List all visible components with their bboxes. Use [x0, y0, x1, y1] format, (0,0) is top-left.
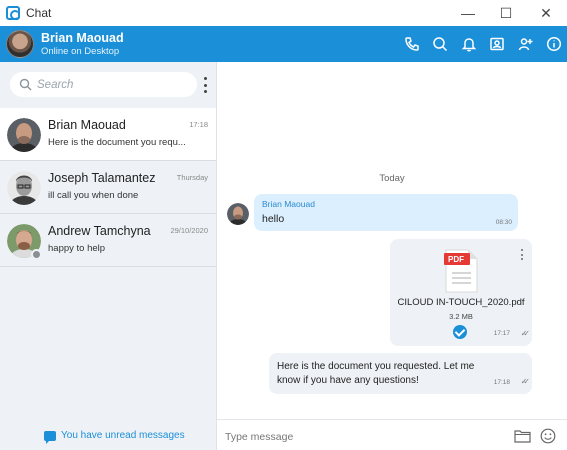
conversation-name: Joseph Talamantez	[48, 171, 156, 185]
conversation-time: 17:18	[189, 120, 208, 129]
conversation-item[interactable]: Joseph Talamantez Thursday ill call you …	[0, 161, 216, 214]
more-options-icon[interactable]	[521, 249, 524, 260]
file-attachment-message[interactable]: PDF CILOUD IN-TOUCH_2020.pdf 3.2 MB 17:1…	[390, 239, 532, 346]
read-receipt-icon: ✓✓	[520, 377, 531, 386]
pdf-file-icon: PDF	[444, 249, 478, 293]
avatar	[7, 118, 41, 152]
conversation-preview: happy to help	[48, 243, 106, 254]
title-bar: Chat — ☐ ✕	[0, 0, 567, 26]
conversation-item[interactable]: Brian Maouad 17:18 Here is the document …	[0, 108, 216, 161]
maximize-button[interactable]: ☐	[486, 0, 526, 26]
contact-avatar[interactable]	[6, 30, 34, 58]
avatar	[227, 203, 249, 225]
chat-bubble-icon	[44, 430, 56, 444]
file-name[interactable]: CILOUD IN-TOUCH_2020.pdf	[390, 297, 532, 308]
conversation-preview: Here is the document you requ...	[48, 137, 186, 148]
contact-status: Online on Desktop	[41, 46, 120, 57]
chat-header: Brian Maouad Online on Desktop	[0, 26, 567, 62]
message-text: Here is the document you requested. Let …	[277, 361, 475, 386]
unread-messages-label: You have unread messages	[61, 430, 185, 441]
message-input[interactable]	[225, 429, 505, 445]
conversation-name: Brian Maouad	[48, 118, 126, 132]
conversation-preview: ill call you when done	[48, 190, 139, 201]
app-logo-icon	[6, 6, 20, 20]
incoming-message[interactable]: Brian Maouad hello 08:30	[254, 194, 518, 231]
search-icon	[19, 78, 32, 91]
search-input[interactable]	[37, 76, 187, 93]
emoji-icon[interactable]	[540, 428, 556, 444]
conversation-time: 29/10/2020	[170, 226, 208, 235]
message-time: 17:18	[493, 379, 510, 386]
presence-indicator	[31, 249, 42, 260]
folder-attach-icon[interactable]	[514, 429, 531, 443]
search-box[interactable]	[10, 72, 197, 97]
close-button[interactable]: ✕	[526, 0, 566, 26]
message-time: 08:30	[495, 219, 512, 226]
info-icon[interactable]	[544, 34, 564, 54]
minimize-button[interactable]: —	[448, 0, 488, 26]
add-user-icon[interactable]	[515, 34, 535, 54]
conversation-name: Andrew Tamchyna	[48, 224, 151, 238]
day-separator: Today	[379, 173, 405, 184]
phone-icon[interactable]	[402, 34, 422, 54]
more-options-icon[interactable]	[201, 77, 209, 93]
file-size: 3.2 MB	[449, 312, 473, 321]
window-title: Chat	[26, 6, 52, 20]
unread-messages-notice[interactable]: You have unread messages	[44, 430, 185, 444]
contact-name: Brian Maouad	[41, 31, 124, 45]
outgoing-message[interactable]: Here is the document you requested. Let …	[269, 353, 532, 394]
message-text: hello	[262, 213, 285, 225]
pdf-badge: PDF	[448, 255, 464, 264]
bell-icon[interactable]	[459, 34, 479, 54]
message-composer	[217, 419, 567, 450]
contact-card-icon[interactable]	[487, 34, 507, 54]
search-icon[interactable]	[430, 34, 450, 54]
conversation-item[interactable]: Andrew Tamchyna 29/10/2020 happy to help	[0, 214, 216, 267]
download-complete-icon	[453, 325, 467, 339]
conversation-time: Thursday	[176, 173, 208, 182]
message-area: Today Brian Maouad hello 08:30 PDF CILOU…	[217, 62, 567, 419]
read-receipt-icon: ✓✓	[520, 329, 531, 338]
message-sender: Brian Maouad	[262, 199, 315, 209]
avatar	[7, 171, 41, 205]
conversation-sidebar: Brian Maouad 17:18 Here is the document …	[0, 62, 217, 450]
message-time: 17:17	[493, 330, 510, 337]
